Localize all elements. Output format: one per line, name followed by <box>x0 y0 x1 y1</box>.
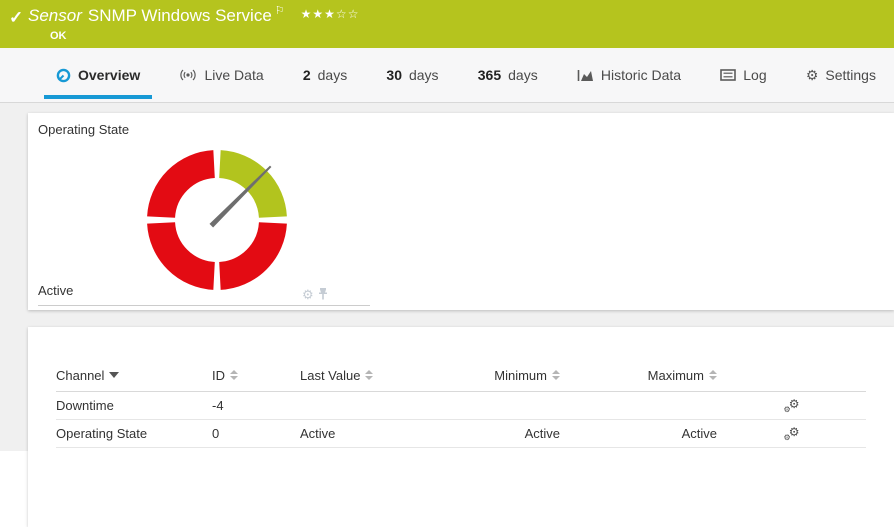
gauge-segment-error-2 <box>161 223 214 276</box>
gauge-segment-error-3 <box>161 164 214 217</box>
tab-label: days <box>409 67 439 83</box>
gauge-current-value: Active <box>38 283 73 298</box>
tab-live-data[interactable]: Live Data <box>167 48 275 102</box>
cell-last-value: Active <box>300 426 460 441</box>
sort-icon <box>552 370 560 380</box>
tab-label: Log <box>743 67 766 83</box>
ok-check-icon: ✓ <box>9 8 23 28</box>
sensor-title-line: Sensor SNMP Windows Service⚐ ★★★☆☆ <box>28 6 359 26</box>
table-header-row: Channel ID Last Value Minimum Maximum <box>56 359 866 392</box>
channels-table-panel: Channel ID Last Value Minimum Maximum <box>28 327 894 527</box>
channel-settings-gears-icon[interactable]: ⚙⚙ <box>784 398 800 413</box>
tab-label: days <box>318 67 348 83</box>
sort-desc-icon <box>109 372 119 378</box>
priority-flag-icon[interactable]: ⚐ <box>275 5 285 17</box>
cell-channel: Operating State <box>56 426 212 441</box>
tab-label: Overview <box>78 67 140 83</box>
gauge-tile-toolbar: ⚙ <box>302 287 328 301</box>
column-header-id[interactable]: ID <box>212 368 300 383</box>
gear-icon: ⚙ <box>806 68 819 82</box>
gauge-channel-title: Operating State <box>38 122 129 137</box>
tab-30-days[interactable]: 30 days <box>374 48 450 102</box>
gauge-icon <box>56 68 71 83</box>
cell-minimum: Active <box>460 426 560 441</box>
tab-2-days[interactable]: 2 days <box>291 48 359 102</box>
tab-settings[interactable]: ⚙ Settings <box>794 48 888 102</box>
tab-365-days[interactable]: 365 days <box>466 48 550 102</box>
column-label: ID <box>212 368 225 383</box>
sort-icon <box>365 370 373 380</box>
sensor-name[interactable]: SNMP Windows Service <box>88 6 272 25</box>
gauge-tile-divider <box>38 305 370 306</box>
sensor-status-header: ✓ Sensor SNMP Windows Service⚐ ★★★☆☆ OK <box>0 0 894 48</box>
tab-label: Live Data <box>204 67 263 83</box>
overview-gauge-panel: Operating State Active ⚙ <box>28 113 894 310</box>
tab-bar: Overview Live Data 2 days 30 days 365 da… <box>0 48 894 103</box>
sort-icon <box>709 370 717 380</box>
tab-label: Settings <box>825 67 876 83</box>
cell-actions: ⚙⚙ <box>717 426 866 441</box>
pin-icon[interactable] <box>318 287 328 301</box>
tab-log[interactable]: Log <box>708 48 778 102</box>
area-chart-icon <box>577 69 594 82</box>
cell-actions: ⚙⚙ <box>717 398 866 413</box>
cell-channel: Downtime <box>56 398 212 413</box>
cell-maximum: Active <box>560 426 717 441</box>
broadcast-icon <box>179 69 197 81</box>
channels-table: Channel ID Last Value Minimum Maximum <box>28 359 894 448</box>
table-row-operating-state[interactable]: Operating State 0 Active Active Active ⚙… <box>56 420 866 448</box>
operating-state-gauge <box>147 150 287 290</box>
tab-historic-data[interactable]: Historic Data <box>565 48 693 102</box>
priority-stars[interactable]: ★★★☆☆ <box>301 7 360 21</box>
table-row-downtime[interactable]: Downtime -4 ⚙⚙ <box>56 392 866 420</box>
gauge-segment-error-1 <box>220 223 273 276</box>
gauge-settings-gear-icon[interactable]: ⚙ <box>302 288 314 301</box>
tab-overview[interactable]: Overview <box>44 48 152 102</box>
sort-icon <box>230 370 238 380</box>
tab-number: 30 <box>386 67 402 83</box>
cell-id: 0 <box>212 426 300 441</box>
column-label: Minimum <box>494 368 547 383</box>
tab-number: 365 <box>478 67 501 83</box>
column-label: Maximum <box>648 368 704 383</box>
object-kind-label: Sensor <box>28 6 82 25</box>
tab-label: Historic Data <box>601 67 681 83</box>
channel-settings-gears-icon[interactable]: ⚙⚙ <box>784 426 800 441</box>
sensor-status-text: OK <box>50 30 67 42</box>
tab-label: days <box>508 67 538 83</box>
column-label: Last Value <box>300 368 360 383</box>
tab-number: 2 <box>303 67 311 83</box>
column-header-maximum[interactable]: Maximum <box>560 368 717 383</box>
column-label: Channel <box>56 368 104 383</box>
column-header-channel[interactable]: Channel <box>56 368 212 383</box>
cell-id: -4 <box>212 398 300 413</box>
column-header-minimum[interactable]: Minimum <box>460 368 560 383</box>
column-header-last-value[interactable]: Last Value <box>300 368 460 383</box>
log-icon <box>720 69 736 81</box>
